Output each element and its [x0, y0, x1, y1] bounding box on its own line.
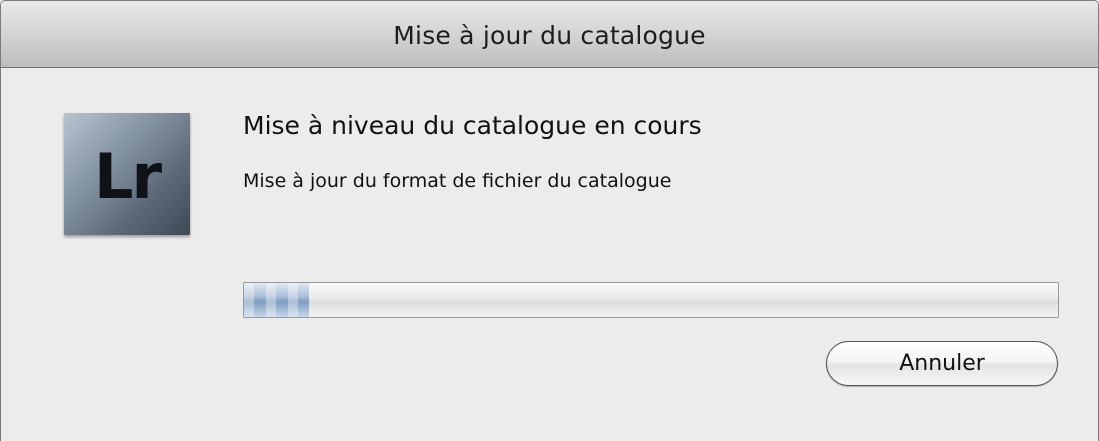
- app-icon-label: Lr: [93, 139, 162, 213]
- window-title: Mise à jour du catalogue: [393, 20, 706, 50]
- title-bar[interactable]: Mise à jour du catalogue: [1, 1, 1098, 68]
- progress-bar-fill: [244, 283, 310, 317]
- dialog-message: Mise à jour du format de fichier du cata…: [243, 170, 672, 192]
- dialog-heading: Mise à niveau du catalogue en cours: [243, 111, 702, 140]
- dialog-window: Mise à jour du catalogue Lr Mise à nivea…: [0, 0, 1099, 441]
- progress-bar: [243, 282, 1059, 318]
- cancel-button[interactable]: Annuler: [826, 341, 1058, 386]
- lightroom-app-icon: Lr: [64, 113, 190, 235]
